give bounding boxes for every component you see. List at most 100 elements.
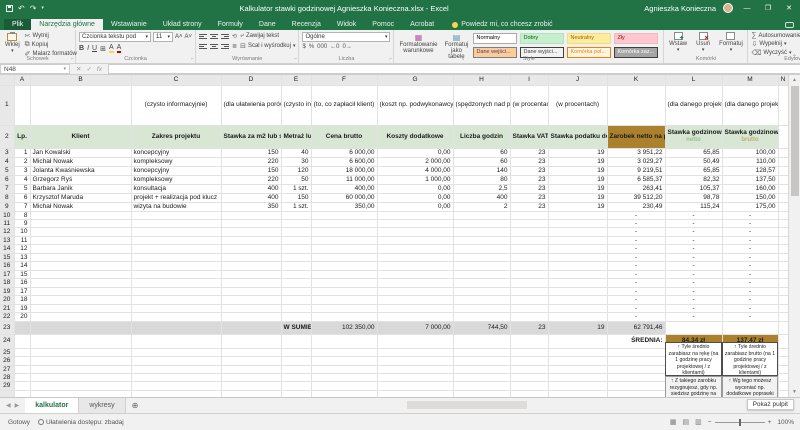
cell[interactable] <box>311 304 377 312</box>
cell[interactable] <box>510 262 548 270</box>
cell[interactable] <box>221 374 281 382</box>
cell[interactable] <box>281 374 311 382</box>
ribbon-tab-7[interactable]: Widok <box>329 19 364 30</box>
cell[interactable] <box>548 357 607 365</box>
cell[interactable]: 400 <box>221 193 281 202</box>
note-cell[interactable]: ↑ Tyle średnio zarabiasz brutto (na 1 go… <box>722 342 778 376</box>
scroll-down-icon[interactable]: ▼ <box>789 387 800 397</box>
cell[interactable]: 19 <box>548 202 607 211</box>
cell[interactable]: 23 <box>510 193 548 202</box>
collapse-ribbon-icon[interactable]: ⌃ <box>792 54 797 61</box>
table-header[interactable]: Stawka godzinowanetto <box>665 125 722 148</box>
row-header[interactable]: 8 <box>0 193 14 202</box>
cell[interactable] <box>281 357 311 365</box>
cell[interactable] <box>607 357 665 365</box>
cell[interactable]: Krzysztof Maruda <box>30 193 131 202</box>
cell[interactable] <box>311 313 377 321</box>
cell[interactable] <box>131 262 221 270</box>
cell[interactable] <box>778 125 788 148</box>
sheet-tab-wykresy[interactable]: wykresy <box>79 398 125 413</box>
borders-button[interactable]: ⊞ <box>100 45 106 53</box>
row-header[interactable]: 12 <box>0 228 14 236</box>
cell[interactable] <box>778 253 788 261</box>
cell[interactable] <box>221 287 281 295</box>
cell[interactable] <box>281 382 311 390</box>
row-header[interactable]: 23 <box>0 321 14 334</box>
cell[interactable]: - <box>607 270 665 278</box>
cell[interactable] <box>311 382 377 390</box>
cell[interactable]: 65,85 <box>665 148 722 157</box>
cell[interactable] <box>778 202 788 211</box>
cell[interactable] <box>131 253 221 261</box>
scrollbar-thumb[interactable] <box>791 86 799 196</box>
cell[interactable] <box>548 236 607 244</box>
autosum-button[interactable]: ∑Autosumowanie▾ <box>751 32 800 39</box>
cell[interactable]: 150,00 <box>722 193 778 202</box>
cell[interactable] <box>131 279 221 287</box>
cell[interactable] <box>30 270 131 278</box>
cell[interactable]: - <box>722 296 778 304</box>
cell[interactable] <box>453 279 510 287</box>
cell[interactable] <box>510 296 548 304</box>
cell[interactable] <box>221 304 281 312</box>
tell-me-box[interactable]: Powiedz mi, co chcesz zrobić <box>452 21 552 30</box>
cell[interactable] <box>453 365 510 373</box>
cell[interactable] <box>510 219 548 227</box>
cell[interactable]: 19 <box>14 304 30 312</box>
cell[interactable]: 20 <box>14 313 30 321</box>
cell[interactable]: 14 <box>14 262 30 270</box>
cell[interactable]: 60 <box>453 157 510 166</box>
cell[interactable]: 6 600,00 <box>311 157 377 166</box>
cell[interactable]: - <box>722 253 778 261</box>
select-all-corner[interactable] <box>0 75 14 85</box>
row-header[interactable]: 16 <box>0 262 14 270</box>
zoom-slider-thumb[interactable] <box>739 419 741 426</box>
cell[interactable] <box>221 365 281 373</box>
paste-button[interactable]: Wklej▾ <box>3 32 22 55</box>
cell[interactable]: 65,85 <box>665 166 722 175</box>
cell[interactable] <box>131 365 221 373</box>
cell[interactable] <box>30 262 131 270</box>
cell[interactable] <box>778 166 788 175</box>
align-left-icon[interactable] <box>199 43 207 50</box>
sheet-tab-kalkulator[interactable]: kalkulator <box>25 398 79 413</box>
cell[interactable] <box>311 348 377 356</box>
cell[interactable]: - <box>607 313 665 321</box>
cell[interactable]: 105,37 <box>665 184 722 193</box>
cell[interactable]: 98,78 <box>665 193 722 202</box>
cell[interactable] <box>131 334 221 348</box>
row-header[interactable]: 15 <box>0 253 14 261</box>
column-header[interactable]: D <box>221 75 281 85</box>
cell[interactable]: 1 <box>14 148 30 157</box>
grow-font-button[interactable]: A˄ <box>175 34 183 40</box>
row-header[interactable]: 19 <box>0 287 14 295</box>
cell[interactable]: 23 <box>510 157 548 166</box>
sheet-nav-left-icon[interactable]: ◀ <box>6 402 11 409</box>
cell[interactable]: - <box>665 228 722 236</box>
ribbon-tab-1[interactable]: Narzędzia główne <box>31 19 103 30</box>
cell[interactable]: 11 000,00 <box>311 175 377 184</box>
annotation-cell[interactable]: (koszt np. podwykonawcy dla tego projekt… <box>377 85 453 125</box>
cell[interactable]: 19 <box>548 157 607 166</box>
cell[interactable] <box>778 313 788 321</box>
cell[interactable] <box>14 365 30 373</box>
cell[interactable]: - <box>722 313 778 321</box>
average-label[interactable]: ŚREDNIA: <box>607 334 665 348</box>
cell[interactable]: 150 <box>281 193 311 202</box>
cell[interactable] <box>510 374 548 382</box>
cell[interactable]: 100,00 <box>722 148 778 157</box>
row-header[interactable]: 2 <box>0 125 14 148</box>
fx-icon[interactable]: fx <box>97 66 102 73</box>
cell[interactable]: kompleksowy <box>131 157 221 166</box>
table-header[interactable]: Koszty dodatkowe <box>377 125 453 148</box>
cell[interactable] <box>453 296 510 304</box>
cell[interactable]: Jan Kowalski <box>30 148 131 157</box>
cell[interactable]: - <box>665 219 722 227</box>
cell[interactable] <box>548 211 607 219</box>
ribbon-tab-file[interactable]: Plik <box>4 19 31 30</box>
shrink-font-button[interactable]: A˅ <box>185 34 193 40</box>
cell[interactable] <box>30 219 131 227</box>
cell[interactable]: 50 <box>281 175 311 184</box>
cell[interactable]: 6 <box>14 193 30 202</box>
cell[interactable] <box>510 357 548 365</box>
